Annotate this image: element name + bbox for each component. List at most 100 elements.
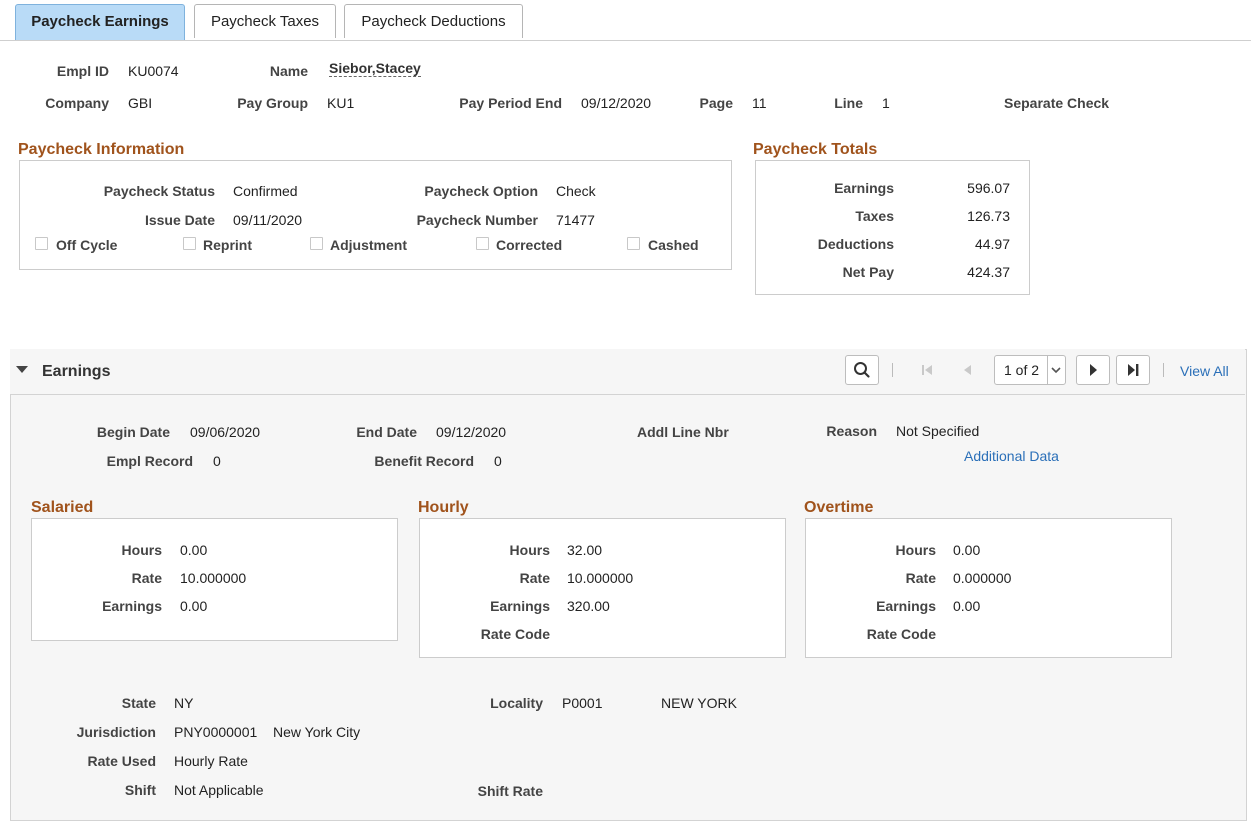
- collapse-triangle-icon[interactable]: [16, 366, 28, 373]
- last-page-button[interactable]: [1116, 355, 1150, 385]
- page-label: Page: [699, 95, 733, 111]
- totals-deductions-value: 44.97: [974, 236, 1010, 252]
- totals-net-pay-value: 424.37: [967, 264, 1010, 280]
- off-cycle-checkbox[interactable]: [35, 237, 48, 250]
- paycheck-information-title: Paycheck Information: [18, 141, 185, 158]
- jurisdiction-label: Jurisdiction: [76, 724, 156, 740]
- page-value: 11: [752, 95, 767, 111]
- totals-net-pay-label: Net Pay: [842, 264, 894, 280]
- tab-bar: Paycheck Earnings Paycheck Taxes Paychec…: [0, 0, 1251, 41]
- salaried-rate-value: 10.000000: [180, 570, 247, 586]
- end-date-label: End Date: [356, 424, 417, 440]
- hourly-rate-label: Rate: [519, 570, 550, 586]
- chevron-down-icon: [1051, 367, 1061, 374]
- totals-taxes-value: 126.73: [967, 208, 1010, 224]
- select-divider: [1047, 356, 1048, 384]
- paycheck-option-label: Paycheck Option: [424, 183, 538, 199]
- totals-taxes-label: Taxes: [855, 208, 894, 224]
- corrected-label: Corrected: [496, 237, 563, 253]
- name-value[interactable]: Siebor,Stacey: [329, 60, 421, 77]
- rate-used-label: Rate Used: [87, 753, 156, 769]
- search-icon: [854, 362, 870, 378]
- overtime-hours-label: Hours: [895, 542, 936, 558]
- empl-id-value: KU0074: [128, 63, 179, 79]
- salaried-earnings-label: Earnings: [102, 598, 162, 614]
- salaried-hours-value: 0.00: [180, 542, 208, 558]
- benefit-record-value: 0: [494, 453, 502, 469]
- page-select[interactable]: 1 of 2: [994, 355, 1066, 385]
- empl-record-value: 0: [213, 453, 221, 469]
- totals-earnings-value: 596.07: [967, 180, 1010, 196]
- salaried-title: Salaried: [31, 499, 94, 516]
- totals-earnings-label: Earnings: [834, 180, 894, 196]
- view-all-link[interactable]: View All: [1180, 363, 1229, 379]
- corrected-checkbox[interactable]: [476, 237, 489, 250]
- tab-paycheck-deductions[interactable]: Paycheck Deductions: [344, 4, 523, 38]
- overtime-rate-value: 0.000000: [953, 570, 1012, 586]
- paycheck-option-value: Check: [556, 183, 596, 199]
- state-value: NY: [174, 695, 194, 711]
- overtime-earnings-label: Earnings: [876, 598, 936, 614]
- previous-page-icon[interactable]: [960, 362, 976, 378]
- company-label: Company: [45, 95, 109, 111]
- overtime-hours-value: 0.00: [953, 542, 981, 558]
- addl-line-nbr-label: Addl Line Nbr: [637, 424, 729, 440]
- next-page-icon: [1090, 364, 1097, 376]
- begin-date-label: Begin Date: [96, 424, 170, 440]
- name-label: Name: [269, 63, 308, 79]
- line-value: 1: [882, 95, 890, 111]
- first-page-icon[interactable]: [919, 362, 935, 378]
- hourly-hours-label: Hours: [509, 542, 550, 558]
- hourly-rate-value: 10.000000: [567, 570, 634, 586]
- empl-record-label: Empl Record: [106, 453, 193, 469]
- name-link[interactable]: Siebor,Stacey: [329, 60, 421, 77]
- pay-period-end-label: Pay Period End: [459, 95, 562, 111]
- page-select-value: 1 of 2: [1004, 362, 1040, 378]
- locality-value: P0001: [562, 695, 603, 711]
- overtime-rate-code-label: Rate Code: [866, 626, 936, 642]
- separate-check-label: Separate Check: [1004, 95, 1110, 111]
- hourly-earnings-value: 320.00: [567, 598, 610, 614]
- tab-paycheck-taxes[interactable]: Paycheck Taxes: [194, 4, 336, 38]
- next-page-button[interactable]: [1076, 355, 1110, 385]
- overtime-title: Overtime: [804, 499, 874, 516]
- reprint-checkbox[interactable]: [183, 237, 196, 250]
- overtime-earnings-value: 0.00: [953, 598, 981, 614]
- adjustment-checkbox[interactable]: [310, 237, 323, 250]
- end-date-value: 09/12/2020: [436, 424, 507, 440]
- pay-period-end-value: 09/12/2020: [581, 95, 652, 111]
- line-label: Line: [834, 95, 863, 111]
- additional-data-link[interactable]: Additional Data: [964, 448, 1059, 464]
- paycheck-number-value: 71477: [556, 212, 595, 228]
- adjustment-label: Adjustment: [330, 237, 407, 253]
- cashed-label: Cashed: [648, 237, 699, 253]
- hourly-title: Hourly: [418, 499, 469, 516]
- paycheck-number-label: Paycheck Number: [416, 212, 538, 228]
- benefit-record-label: Benefit Record: [374, 453, 474, 469]
- hourly-rate-code-label: Rate Code: [480, 626, 550, 642]
- shift-value: Not Applicable: [174, 782, 264, 798]
- hourly-earnings-label: Earnings: [490, 598, 550, 614]
- hourly-hours-value: 32.00: [567, 542, 603, 558]
- empl-id-label: Empl ID: [56, 63, 109, 79]
- salaried-rate-label: Rate: [131, 570, 162, 586]
- jurisdiction-value: PNY0000001: [174, 724, 258, 740]
- locality-label: Locality: [490, 695, 543, 711]
- shift-rate-label: Shift Rate: [477, 783, 543, 799]
- begin-date-value: 09/06/2020: [190, 424, 261, 440]
- salaried-earnings-value: 0.00: [180, 598, 208, 614]
- locality-name: NEW YORK: [661, 695, 737, 711]
- last-page-icon: [1128, 364, 1139, 376]
- state-label: State: [121, 695, 156, 711]
- pager-separator-2: [1163, 363, 1164, 377]
- paycheck-status-value: Confirmed: [233, 183, 298, 199]
- search-button[interactable]: [845, 355, 879, 385]
- paycheck-status-label: Paycheck Status: [103, 183, 215, 199]
- salaried-hours-label: Hours: [121, 542, 162, 558]
- pay-group-label: Pay Group: [237, 95, 308, 111]
- cashed-checkbox[interactable]: [627, 237, 640, 250]
- shift-label: Shift: [124, 782, 156, 798]
- tab-paycheck-earnings[interactable]: Paycheck Earnings: [15, 4, 185, 40]
- jurisdiction-name: New York City: [273, 724, 361, 740]
- reason-label: Reason: [826, 423, 877, 439]
